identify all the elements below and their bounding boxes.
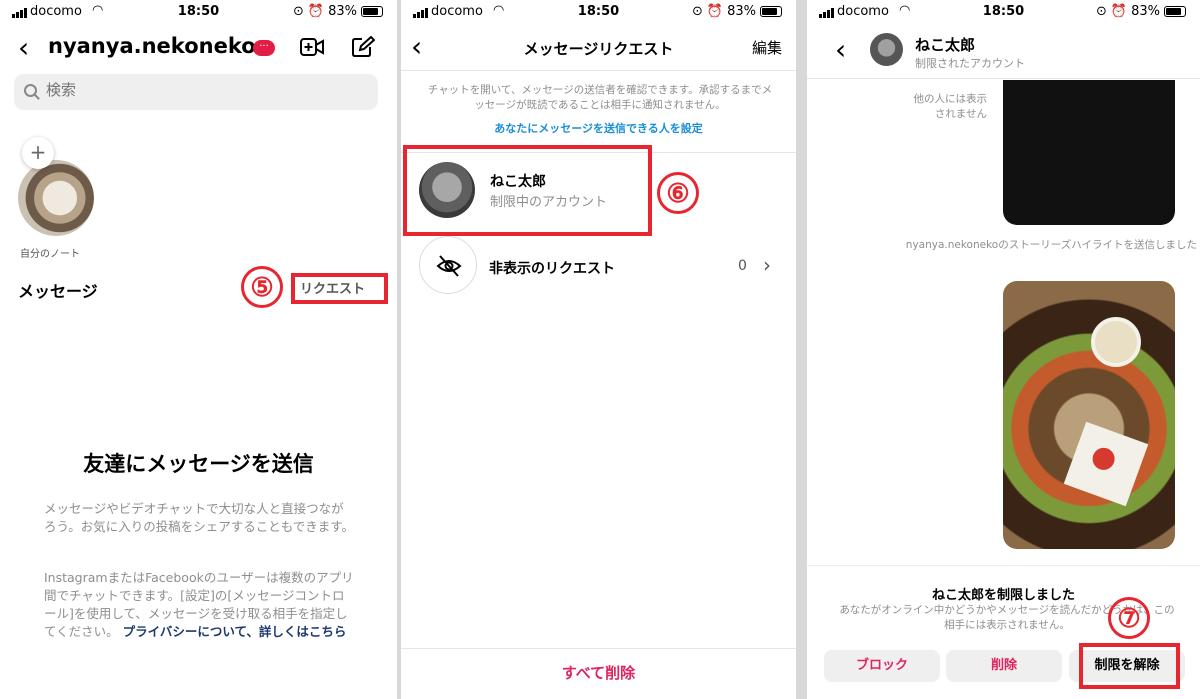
eye-off-icon xyxy=(436,255,462,277)
restricted-chat-screen: docomo ◠ 18:50 ⊙ ⏰ 83% ‹ ねこ太郎 制限されたアカウント 他… xyxy=(807,0,1200,699)
empty-state-title: 友達にメッセージを送信 xyxy=(83,452,314,476)
direct-inbox-screen: docomo ◠ 18:50 ⊙ ⏰ 83% ‹ nyanya.nekoneko ·… xyxy=(0,0,397,699)
avatar[interactable] xyxy=(870,33,903,66)
page-title: メッセージリクエスト xyxy=(523,40,674,58)
battery-icon xyxy=(1164,6,1186,17)
shared-story-image[interactable] xyxy=(1003,80,1175,225)
message-controls-link[interactable]: あなたにメッセージを送信できる人を設定 xyxy=(401,120,796,136)
compose-icon[interactable] xyxy=(351,36,375,58)
battery-percent: 83% xyxy=(1131,4,1160,19)
status-bar: docomo ◠ 18:50 ⊙ ⏰ 83% xyxy=(401,0,796,26)
messages-heading: メッセージ xyxy=(18,282,98,301)
search-icon xyxy=(24,84,37,97)
add-note-plus-icon[interactable]: + xyxy=(22,137,54,169)
delete-button[interactable]: 削除 xyxy=(946,650,1062,682)
lock-rotation-icon: ⊙ xyxy=(1096,4,1107,19)
back-chevron-icon[interactable]: ‹ xyxy=(18,34,29,62)
note-label: 自分のノート xyxy=(20,249,80,260)
edit-button[interactable]: 編集 xyxy=(752,37,782,58)
privacy-link[interactable]: プライバシーについて、詳しくはこちら xyxy=(123,624,347,639)
battery-icon xyxy=(760,6,782,17)
requests-info-text: チャットを開いて、メッセージの送信者を確認できます。承認するまでメッセージが既読… xyxy=(427,84,773,111)
chat-contact-status: 制限されたアカウント xyxy=(915,57,1025,70)
message-requests-screen: docomo ◠ 18:50 ⊙ ⏰ 83% ‹ メッセージリクエスト 編集 チャッ… xyxy=(401,0,796,699)
block-button[interactable]: ブロック xyxy=(824,650,940,682)
empty-state-info: InstagramまたはFacebookのユーザーは複数のアプリ間でチャットでき… xyxy=(44,569,354,641)
lock-rotation-icon: ⊙ xyxy=(293,4,304,19)
search-input[interactable] xyxy=(46,81,346,99)
status-bar: docomo ◠ 18:50 ⊙ ⏰ 83% xyxy=(807,0,1200,26)
alarm-icon: ⏰ xyxy=(307,4,325,19)
battery-percent: 83% xyxy=(727,4,756,19)
shared-food-photo[interactable] xyxy=(1003,281,1175,549)
battery-icon xyxy=(361,6,383,17)
empty-state-body: メッセージやビデオチャットで大切な人と直接つながろう。お気に入りの投稿をシェアす… xyxy=(44,501,355,534)
notification-badge: ··· xyxy=(253,40,275,56)
highlight-box-unrestrict xyxy=(1079,643,1180,689)
hidden-requests-icon-wrap xyxy=(419,236,477,294)
delete-all-button[interactable]: すべて削除 xyxy=(401,662,796,683)
salad-bowl xyxy=(1063,421,1149,507)
battery-percent: 83% xyxy=(328,4,357,19)
account-username[interactable]: nyanya.nekoneko xyxy=(48,34,256,58)
chevron-right-icon[interactable]: › xyxy=(763,253,771,277)
highlight-sent-note: nyanya.nekonekoのストーリーズハイライトを送信しました xyxy=(905,239,1197,251)
alarm-icon: ⏰ xyxy=(706,4,724,19)
alarm-icon: ⏰ xyxy=(1110,4,1128,19)
hidden-from-others-note: 他の人には表示されません xyxy=(913,93,988,120)
status-bar: docomo ◠ 18:50 ⊙ ⏰ 83% xyxy=(0,0,397,26)
hidden-requests-count: 0 xyxy=(738,258,747,274)
hidden-requests-label[interactable]: 非表示のリクエスト xyxy=(489,258,615,278)
step-marker-7: ⑦ xyxy=(1108,597,1150,639)
step-marker-5: ⑤ xyxy=(241,266,283,308)
note-avatar[interactable] xyxy=(18,160,94,236)
search-bar[interactable] xyxy=(14,74,378,110)
divider xyxy=(401,70,796,71)
highlight-box-request xyxy=(403,145,652,236)
divider xyxy=(401,648,796,649)
step-marker-6: ⑥ xyxy=(657,172,699,214)
divider xyxy=(807,78,1200,79)
highlight-box-requests xyxy=(291,273,388,304)
soup-cup xyxy=(1091,317,1141,367)
back-chevron-icon[interactable]: ‹ xyxy=(835,36,846,64)
video-call-icon[interactable] xyxy=(300,36,324,58)
lock-rotation-icon: ⊙ xyxy=(692,4,703,19)
chat-contact-name[interactable]: ねこ太郎 xyxy=(915,34,975,55)
